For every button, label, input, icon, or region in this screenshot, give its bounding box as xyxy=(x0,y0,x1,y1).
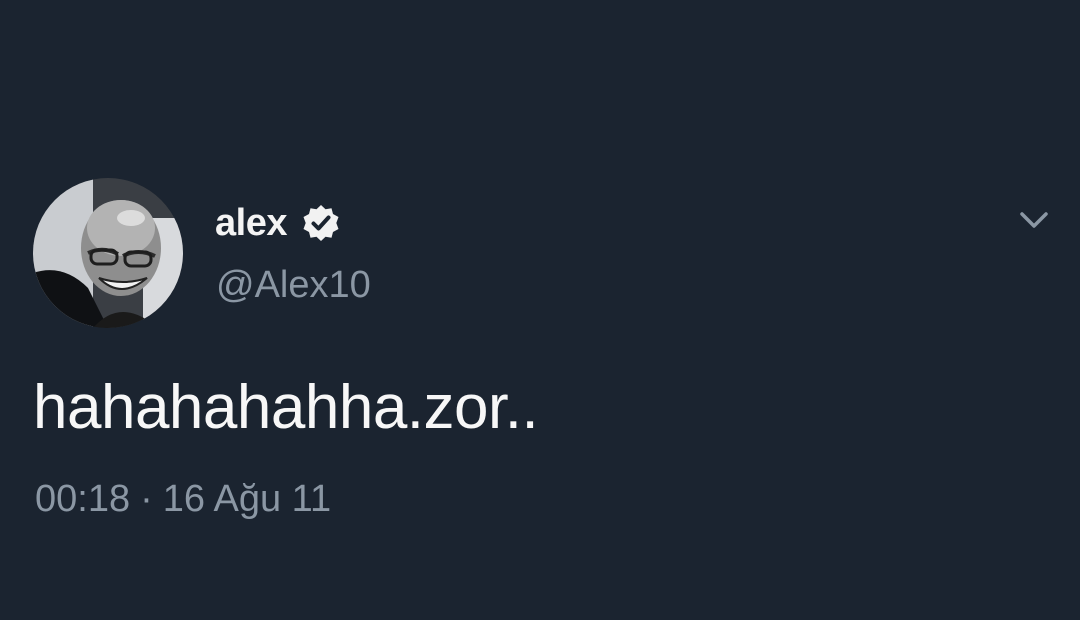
tweet-time: 00:18 xyxy=(35,478,131,520)
author-name-row[interactable]: alex xyxy=(215,198,341,248)
verified-badge-icon xyxy=(301,203,341,243)
username-handle[interactable]: @Alex10 xyxy=(216,264,371,307)
chevron-down-icon[interactable] xyxy=(1014,200,1054,240)
avatar[interactable] xyxy=(33,178,183,328)
tweet-date: 16 Ağu 11 xyxy=(162,478,332,520)
tweet-timestamp[interactable]: 00:18 · 16 Ağu 11 xyxy=(35,478,331,521)
display-name[interactable]: alex xyxy=(215,202,287,245)
avatar-photo xyxy=(33,178,183,328)
meta-separator: · xyxy=(140,478,153,520)
tweet-card: alex @Alex10 hahahahahha.zor.. 00:18 · 16 … xyxy=(0,0,1080,620)
tweet-text: hahahahahha.zor.. xyxy=(33,373,539,442)
